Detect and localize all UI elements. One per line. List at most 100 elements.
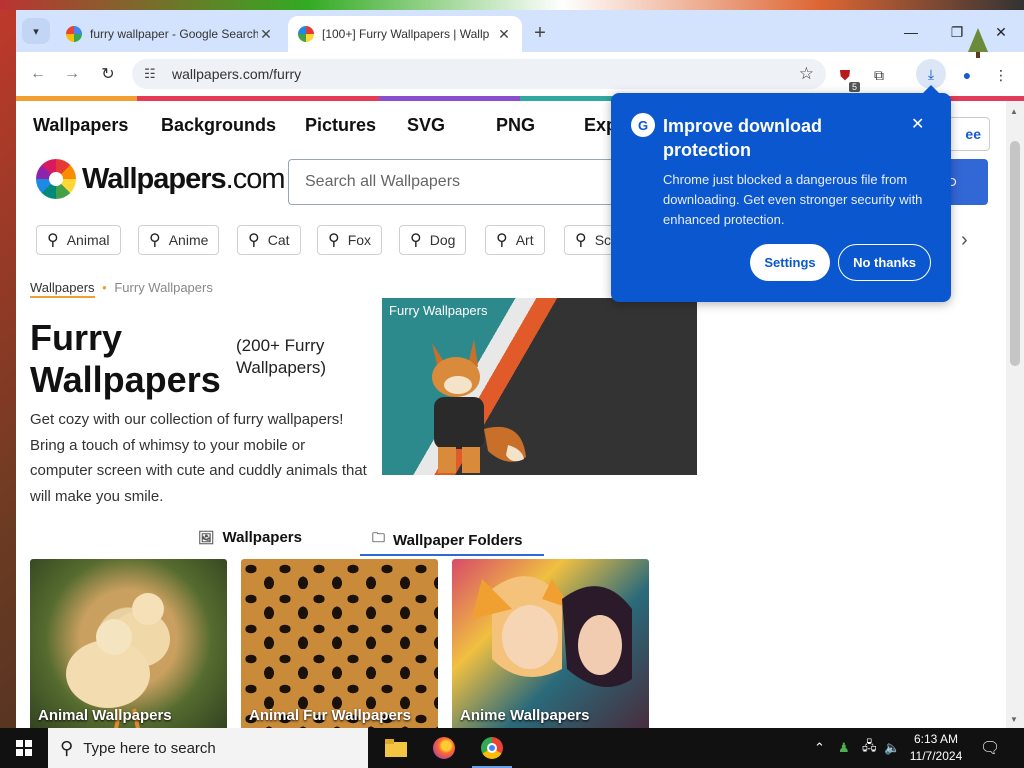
firefox-button[interactable] [420,728,468,768]
taskbar-search-placeholder: Type here to search [83,739,216,757]
no-thanks-button[interactable]: No thanks [838,244,931,281]
folder-icon [385,739,407,757]
tab-search-button[interactable]: ▾ [22,18,50,44]
chrome-button[interactable] [468,728,516,768]
chip-cat[interactable]: ⚲ Cat [237,225,301,255]
chip-label: Cat [267,232,290,248]
profile-button[interactable]: ● [954,62,980,88]
site-logo[interactable]: Wallpapers.com [36,159,285,199]
scroll-down-icon[interactable]: ▼ [1010,715,1018,724]
nav-pictures[interactable]: Pictures [305,115,376,136]
tab-furry-wallpapers[interactable]: [100+] Furry Wallpapers | Wallp ✕ [288,16,522,52]
search-icon: ⚲ [47,232,59,249]
chip-label: Fox [347,232,372,248]
settings-button[interactable]: Settings [750,244,830,281]
chip-animal[interactable]: ⚲ Animal [36,225,121,255]
search-icon: ⚲ [328,232,340,249]
breadcrumb-home[interactable]: Wallpapers [30,280,95,298]
tab-strip: ▾ furry wallpaper - Google Search ✕ [100… [16,10,1024,52]
chevron-right-icon: › [961,229,968,251]
logo-text: Wallpapers [82,162,227,195]
people-tray-button[interactable]: ♟ [838,728,850,768]
address-bar[interactable]: ☷ wallpapers.com/furry ☆ [132,59,826,89]
chips-next-button[interactable]: › [961,229,968,252]
popup-close-button[interactable]: ✕ [911,114,924,134]
page-scrollbar[interactable]: ▲ ▼ [1006,101,1024,728]
tile-anime-wallpapers[interactable]: Anime Wallpapers [452,559,649,728]
extensions-button[interactable]: ⧉ [866,62,892,88]
tab-wallpaper-folders[interactable]: 🗀 Wallpaper Folders [372,529,523,551]
back-button[interactable]: ← [26,62,50,86]
nav-svg[interactable]: SVG [407,115,445,136]
browser-toolbar: ← → ↻ ☷ wallpapers.com/furry ☆ ⛊ 5 ⧉ ⤓ ●… [16,52,1024,96]
notification-icon: 🗨 [980,740,1001,757]
chip-dog[interactable]: ⚲ Dog [399,225,467,255]
scrollbar-thumb[interactable] [1010,141,1020,366]
active-tab-underline [360,554,544,556]
new-tab-button[interactable]: + [528,22,552,45]
chip-label: Art [515,232,534,248]
site-info-icon[interactable]: ☷ [144,66,162,82]
notifications-button[interactable]: 🗨 [980,738,1000,758]
tab-label: Wallpaper Folders [393,531,523,549]
nav-backgrounds[interactable]: Backgrounds [161,115,276,136]
desktop-tree-icon[interactable] [966,26,990,58]
taskbar: ⚲ Type here to search ⌃ ♟ 🖧 🔈 6:13 AM 11… [0,728,1024,768]
logo-wheel-icon [36,159,76,199]
forward-button[interactable]: → [60,62,84,86]
google-favicon-icon [66,26,82,42]
chip-label: Sc [594,232,612,248]
close-tab-icon[interactable]: ✕ [496,26,512,43]
hero-image[interactable]: Furry Wallpapers [382,298,697,475]
chevron-down-icon: ▾ [33,25,39,38]
start-button[interactable] [0,728,48,768]
show-hidden-icons-button[interactable]: ⌃ [814,728,825,768]
page-title: Furry Wallpapers [30,317,221,400]
chip-label: Animal [66,232,110,248]
folder-icon: 🗀 [372,530,386,545]
close-tab-icon[interactable]: ✕ [258,26,274,43]
search-placeholder: Search all Wallpapers [305,173,461,190]
desktop-top-strip [0,0,1024,10]
bookmark-star-icon[interactable]: ☆ [799,64,814,84]
menu-button[interactable]: ⋮ [988,62,1014,88]
extension-shield-button[interactable]: ⛊ 5 [832,62,860,92]
scroll-up-icon[interactable]: ▲ [1010,107,1018,116]
chicks-image [66,593,170,728]
tile-label: Animal Wallpapers [38,707,172,724]
breadcrumb-current: Furry Wallpapers [114,280,213,295]
reload-button[interactable]: ↻ [96,62,120,86]
file-explorer-button[interactable] [372,728,420,768]
tab-wallpapers[interactable]: 🖼 Wallpapers [198,529,302,546]
breadcrumb-separator: • [102,280,107,295]
nav-wallpapers[interactable]: Wallpapers [33,115,128,136]
arrow-right-icon: → [64,65,80,82]
page-description: Get cozy with our collection of furry wa… [30,411,367,505]
network-button[interactable]: 🖧 [862,728,877,768]
site-search-input[interactable]: Search all Wallpapers [288,159,618,205]
chevron-up-icon: ⌃ [814,740,825,755]
tile-animal-wallpapers[interactable]: Animal Wallpapers [30,559,227,728]
search-icon: ⚲ [248,232,260,249]
minimize-button[interactable]: — [888,20,934,44]
chip-anime[interactable]: ⚲ Anime [138,225,220,255]
download-protection-popup: G Improve download protection ✕ Chrome j… [611,85,951,302]
windows-logo-icon [16,740,32,756]
chip-fox[interactable]: ⚲ Fox [317,225,383,255]
avatar-icon: ● [962,67,972,83]
breadcrumb: Wallpapers • Furry Wallpapers [30,280,213,298]
tab-google-search[interactable]: furry wallpaper - Google Search ✕ [56,16,284,52]
tab-title: furry wallpaper - Google Search [90,27,258,41]
network-icon: 🖧 [862,738,877,753]
search-icon: ⚲ [60,737,74,758]
taskbar-search-input[interactable]: ⚲ Type here to search [48,728,368,768]
search-icon: ⚲ [149,232,161,249]
tile-animal-fur-wallpapers[interactable]: Animal Fur Wallpapers [241,559,438,728]
chip-art[interactable]: ⚲ Art [485,225,545,255]
system-clock[interactable]: 6:13 AM 11/7/2024 [896,731,976,765]
puzzle-icon: ⧉ [874,66,884,83]
tile-label: Animal Fur Wallpapers [249,707,411,724]
download-icon: ⤓ [927,65,935,82]
nav-png[interactable]: PNG [496,115,535,136]
fox-character-image [432,339,526,473]
